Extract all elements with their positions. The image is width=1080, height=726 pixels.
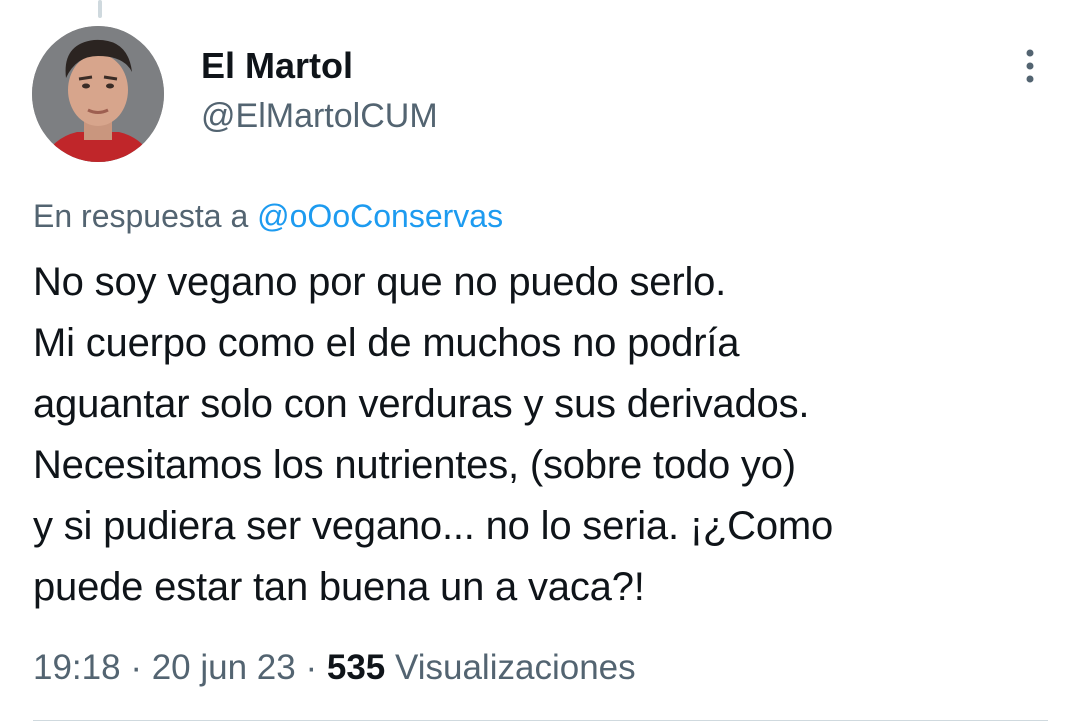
- tweet-text: No soy vegano por que no puedo serlo. Mi…: [33, 252, 1053, 618]
- author-handle[interactable]: @ElMartolCUM: [201, 94, 438, 138]
- views-label[interactable]: Visualizaciones: [395, 648, 636, 687]
- reply-prefix: En respuesta a: [33, 198, 249, 234]
- tweet-text-line: Necesitamos los nutrientes, (sobre todo …: [33, 443, 796, 487]
- tweet-text-line: y si pudiera ser vegano... no lo seria. …: [33, 504, 834, 548]
- tweet-text-line: aguantar solo con verduras y sus derivad…: [33, 382, 810, 426]
- tweet-time[interactable]: 19:18: [33, 648, 121, 687]
- meta-separator: ·: [305, 648, 318, 687]
- tweet-meta: 19:18 · 20 jun 23 · 535 Visualizaciones: [33, 645, 636, 691]
- author-display-name[interactable]: El Martol: [201, 44, 353, 88]
- reply-mention-link[interactable]: @oOoConservas: [257, 198, 503, 234]
- meta-separator: ·: [130, 648, 142, 687]
- thread-connector-line: [98, 0, 102, 18]
- divider: [33, 720, 1048, 721]
- reply-context: En respuesta a @oOoConservas: [33, 194, 503, 238]
- tweet-text-line: puede estar tan buena un a vaca?!: [33, 565, 645, 609]
- tweet-text-line: Mi cuerpo como el de muchos no podría: [33, 321, 740, 365]
- more-vertical-icon: [1026, 49, 1034, 83]
- profile-photo-icon: [32, 26, 164, 162]
- avatar[interactable]: [32, 26, 164, 162]
- more-options-button[interactable]: [1008, 44, 1052, 88]
- tweet-date[interactable]: 20 jun 23: [152, 648, 296, 687]
- tweet-text-line: No soy vegano por que no puedo serlo.: [33, 260, 727, 304]
- views-count[interactable]: 535: [327, 648, 385, 687]
